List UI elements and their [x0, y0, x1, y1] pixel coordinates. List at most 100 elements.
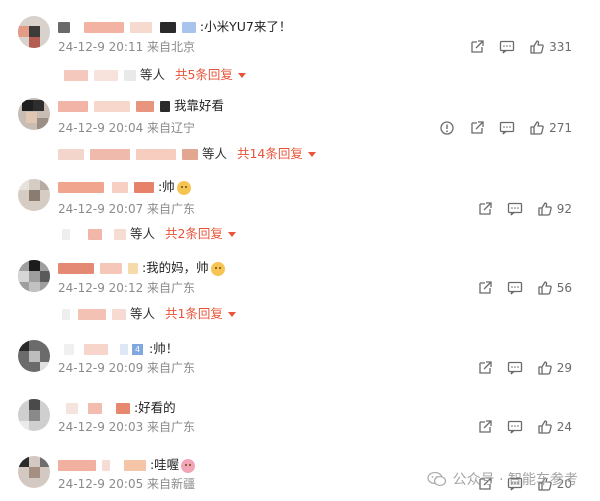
username-redacted[interactable] [87, 403, 102, 414]
avatar[interactable] [18, 260, 50, 292]
comment-text-line: 我靠好看 [58, 97, 224, 115]
reply-summary[interactable]: 等人 共1条回复 [58, 305, 236, 323]
comment-button[interactable] [499, 120, 515, 136]
username-redacted[interactable] [58, 460, 96, 471]
username-redacted [93, 70, 118, 81]
avatar[interactable] [18, 16, 50, 48]
reply-summary[interactable]: 等人 共14条回复 [58, 145, 316, 163]
comment-text: :帅 [157, 179, 175, 194]
avatar[interactable] [18, 456, 50, 488]
chevron-down-icon [237, 73, 246, 78]
comment-text: :好看的 [133, 400, 176, 415]
share-icon [479, 281, 492, 294]
user-badge [181, 22, 196, 33]
emoji-icon [210, 261, 225, 276]
username-redacted[interactable] [93, 101, 130, 112]
like-button[interactable]: 56 [537, 280, 572, 296]
comment-text-line: 4 :帅！ [58, 340, 178, 358]
user-badge [127, 263, 138, 274]
username-redacted [181, 149, 198, 160]
username-redacted [62, 229, 70, 240]
user-badge [99, 263, 122, 274]
username-redacted[interactable] [101, 460, 110, 471]
reply-suffix: 等人 [129, 226, 155, 241]
user-badge [123, 460, 146, 471]
like-count: 331 [549, 40, 572, 54]
like-count: 92 [556, 202, 572, 216]
chevron-down-icon [227, 232, 236, 237]
user-badge [119, 344, 128, 355]
reply-summary[interactable]: 等人 共2条回复 [58, 225, 236, 243]
like-button[interactable]: 24 [537, 419, 572, 435]
view-replies-link[interactable]: 共14条回复 [237, 146, 303, 161]
comment-button[interactable] [499, 39, 515, 55]
share-icon [471, 121, 484, 134]
username-redacted [87, 229, 102, 240]
username-redacted[interactable] [83, 344, 108, 355]
comment-icon [507, 281, 522, 295]
user-badge [159, 101, 170, 112]
avatar[interactable] [18, 340, 50, 372]
share-button[interactable] [477, 280, 493, 296]
share-icon [479, 202, 492, 215]
comment-icon [507, 361, 522, 375]
like-button[interactable]: 29 [537, 360, 572, 376]
comment-text-line: :小米YU7来了！ [58, 18, 291, 36]
comment-button[interactable] [507, 280, 523, 296]
like-button[interactable]: 271 [529, 120, 572, 136]
comment-text: :帅！ [149, 341, 179, 356]
reply-summary[interactable]: 等人 共5条回复 [58, 66, 246, 84]
username-redacted[interactable] [64, 344, 74, 355]
comment-text-line: :好看的 [58, 399, 176, 417]
share-button[interactable] [477, 360, 493, 376]
username-redacted [77, 309, 106, 320]
avatar[interactable] [18, 399, 50, 431]
username-redacted[interactable] [58, 22, 70, 33]
share-icon [479, 420, 492, 433]
comment-actions: 271 [439, 119, 572, 137]
share-button[interactable] [477, 201, 493, 217]
comment-text-line: :哇喔 [58, 456, 196, 474]
user-badge [133, 182, 154, 193]
comment-actions: 92 [477, 200, 572, 218]
share-button[interactable] [469, 39, 485, 55]
share-icon [479, 361, 492, 374]
emoji-icon [176, 180, 191, 195]
comment-text: :我的妈，帅 [141, 260, 209, 275]
avatar[interactable] [18, 98, 50, 130]
username-redacted [89, 149, 130, 160]
like-button[interactable]: 92 [537, 201, 572, 217]
chevron-down-icon [307, 152, 316, 157]
comment-text-line: :帅 [58, 178, 191, 196]
reply-suffix: 等人 [201, 146, 227, 161]
comment-actions: 56 [477, 279, 572, 297]
username-redacted[interactable] [58, 263, 94, 274]
username-redacted [111, 309, 126, 320]
username-redacted[interactable] [129, 22, 152, 33]
username-redacted[interactable] [83, 22, 124, 33]
username-redacted[interactable] [66, 403, 78, 414]
view-replies-link[interactable]: 共2条回复 [165, 226, 223, 241]
comment-actions: 331 [469, 38, 572, 56]
user-badge [115, 403, 130, 414]
share-icon [471, 40, 484, 53]
avatar[interactable] [18, 179, 50, 211]
comment-button[interactable] [507, 360, 523, 376]
report-button[interactable] [439, 120, 455, 136]
like-count: 24 [556, 420, 572, 434]
user-badge [135, 101, 154, 112]
emoji-icon [181, 458, 196, 473]
username-redacted [135, 149, 176, 160]
share-button[interactable] [477, 419, 493, 435]
username-redacted[interactable] [58, 101, 88, 112]
view-replies-link[interactable]: 共5条回复 [175, 67, 233, 82]
username-redacted[interactable] [58, 182, 104, 193]
comment-button[interactable] [507, 201, 523, 217]
chevron-down-icon [227, 312, 236, 317]
view-replies-link[interactable]: 共1条回复 [165, 306, 223, 321]
like-button[interactable]: 331 [529, 39, 572, 55]
comment-button[interactable] [507, 419, 523, 435]
share-button[interactable] [469, 120, 485, 136]
like-icon [538, 361, 552, 375]
like-count: 271 [549, 121, 572, 135]
